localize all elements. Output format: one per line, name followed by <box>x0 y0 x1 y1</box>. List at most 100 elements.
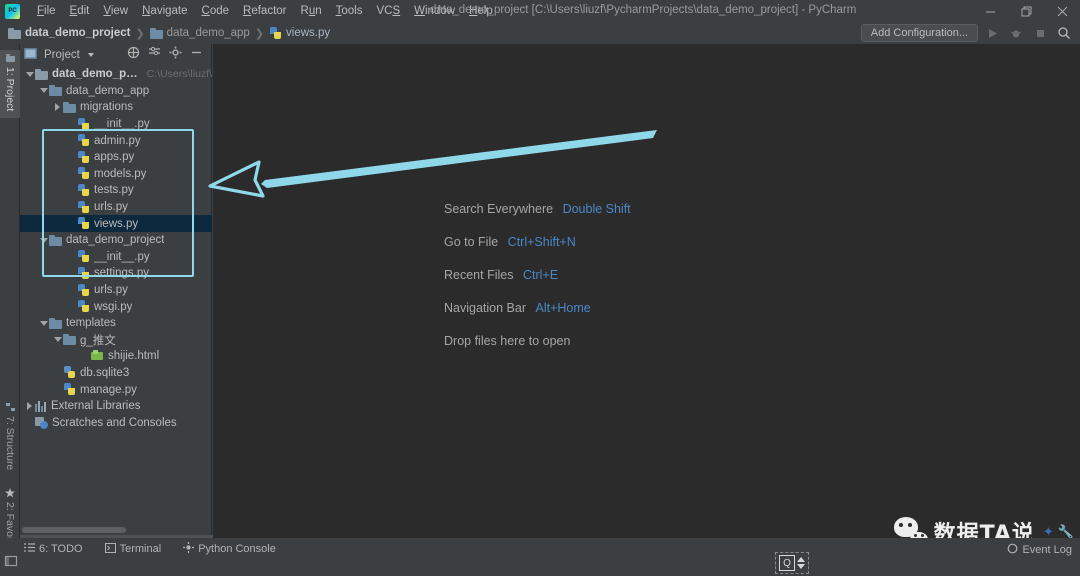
breadcrumb-item-app[interactable]: data_demo_app <box>149 27 250 39</box>
scrollbar-thumb[interactable] <box>22 527 126 533</box>
tree-row-tests-py[interactable]: tests.py <box>20 182 212 199</box>
ime-widget-icon[interactable]: Q <box>779 555 795 571</box>
tree-row-init-py-app[interactable]: __init__.py <box>20 116 212 133</box>
ime-widget-arrows[interactable] <box>797 557 805 569</box>
project-tool-window: Project data_demo_proj C:\Users\liuzf\ d… <box>20 44 212 538</box>
tree-row-urls-py-app[interactable]: urls.py <box>20 199 212 216</box>
shortcut-action-label: Search Everywhere <box>444 202 554 216</box>
menu-item-file[interactable]: FFileile <box>30 3 63 19</box>
menu-item-view[interactable]: View <box>96 3 135 19</box>
twisty-down-icon[interactable] <box>24 71 35 77</box>
tree-row-wsgi-py[interactable]: wsgi.py <box>20 298 212 315</box>
close-button[interactable] <box>1044 0 1080 22</box>
breadcrumb-label: views.py <box>286 27 331 39</box>
tree-row-shijie-html[interactable]: shijie.html <box>20 348 212 365</box>
tree-row-admin-py[interactable]: admin.py <box>20 132 212 149</box>
project-tree-horizontal-scrollbar[interactable] <box>20 526 212 534</box>
tree-row-scratches-and-consoles[interactable]: Scratches and Consoles <box>20 414 212 431</box>
search-icon[interactable] <box>1054 24 1074 42</box>
status-tool-terminal[interactable]: Terminal <box>104 542 161 556</box>
tree-row-label: wsgi.py <box>94 300 133 313</box>
tree-row-data-demo-app[interactable]: data_demo_app <box>20 83 212 100</box>
restore-button[interactable] <box>1008 0 1044 22</box>
sidebar-tab-structure[interactable]: 7: Structure <box>0 399 20 475</box>
project-panel-title: Project <box>44 49 80 61</box>
tree-row-urls-py-pkg[interactable]: urls.py <box>20 282 212 299</box>
tree-row-data-demo-project-pkg[interactable]: data_demo_project <box>20 232 212 249</box>
tree-row-label: shijie.html <box>108 350 160 363</box>
twisty-down-icon[interactable] <box>38 320 49 326</box>
tree-row-db-sqlite3[interactable]: db.sqlite3 <box>20 365 212 382</box>
minimize-button[interactable] <box>972 0 1008 22</box>
editor-empty-area[interactable]: Search Everywhere Double Shift Go to Fil… <box>213 44 1080 538</box>
breadcrumb-separator: ❯ <box>135 27 145 40</box>
status-tool-todo[interactable]: 6: TODO <box>24 543 83 555</box>
python-file-icon <box>269 26 282 40</box>
tree-row-templates[interactable]: templates <box>20 315 212 332</box>
stop-icon[interactable] <box>1030 24 1050 42</box>
menu-item-tools[interactable]: Tools <box>329 3 370 19</box>
status-tool-label: 6: TODO <box>39 543 83 555</box>
menu-item-code[interactable]: Code <box>195 3 237 19</box>
menu-item-run[interactable]: Run <box>294 3 329 19</box>
menu-item-vcs[interactable]: VCS <box>369 3 407 19</box>
tree-row-migrations[interactable]: migrations <box>20 99 212 116</box>
ime-widget[interactable]: Q <box>775 552 809 574</box>
tree-row-label: data_demo_project <box>52 68 141 81</box>
twisty-down-icon[interactable] <box>38 88 49 94</box>
tree-row-data-demo-project-root[interactable]: data_demo_project C:\Users\liuzf\ <box>20 66 212 83</box>
twisty-down-icon[interactable] <box>38 237 49 243</box>
sidebar-tab-project[interactable]: 1: Project <box>0 50 20 118</box>
tree-row-apps-py[interactable]: apps.py <box>20 149 212 166</box>
breadcrumb-label: data_demo_app <box>166 27 250 39</box>
tree-row-g-tuiwen[interactable]: g_推文 <box>20 332 212 349</box>
tree-row-label: settings.py <box>94 267 149 280</box>
collapse-all-icon[interactable] <box>127 46 140 64</box>
hide-icon[interactable] <box>190 46 203 64</box>
folder-icon <box>149 27 163 39</box>
event-log-button[interactable]: Event Log <box>1007 543 1072 557</box>
tree-row-label: g_推文 <box>80 334 116 347</box>
tree-row-manage-py[interactable]: manage.py <box>20 381 212 398</box>
settings-gear-icon[interactable] <box>169 46 182 64</box>
twisty-down-icon[interactable] <box>52 337 63 343</box>
layout-toggle-button[interactable] <box>4 554 18 573</box>
flatten-packages-icon[interactable] <box>148 46 161 64</box>
shortcut-key-label: Double Shift <box>562 202 631 216</box>
tree-row-settings-py[interactable]: settings.py <box>20 265 212 282</box>
shortcut-key-label: Ctrl+E <box>522 268 559 282</box>
menu-item-navigate[interactable]: Navigate <box>135 3 194 19</box>
shortcut-key-label: Ctrl+Shift+N <box>507 235 576 249</box>
status-bar: 6: TODO Terminal Python Console Q Event … <box>0 538 1080 576</box>
run-icon[interactable] <box>982 24 1002 42</box>
tree-row-label: views.py <box>94 217 139 230</box>
tree-row-label: Scratches and Consoles <box>52 416 177 429</box>
tree-row-label: apps.py <box>94 151 135 164</box>
menu-item-refactor[interactable]: Refactor <box>236 3 293 19</box>
db-file-icon <box>63 366 76 379</box>
menu-item-edit[interactable]: Edit <box>63 3 97 19</box>
twisty-right-icon[interactable] <box>24 402 35 411</box>
shortcut-action-label: Go to File <box>444 235 499 249</box>
tree-row-label: __init__.py <box>94 118 150 131</box>
tree-row-external-libraries[interactable]: External Libraries <box>20 398 212 415</box>
shortcut-search-everywhere: Search Everywhere Double Shift <box>444 202 631 216</box>
tree-row-label: urls.py <box>94 201 128 214</box>
debug-icon[interactable] <box>1006 24 1026 42</box>
python-file-icon <box>77 200 90 214</box>
tree-row-views-py[interactable]: views.py <box>20 215 212 232</box>
breadcrumb-item-file[interactable]: views.py <box>269 26 331 40</box>
breadcrumb-item-project[interactable]: data_demo_project <box>8 27 130 39</box>
chevron-down-icon[interactable] <box>87 53 94 57</box>
project-tree[interactable]: data_demo_project C:\Users\liuzf\ data_d… <box>20 66 212 516</box>
twisty-right-icon[interactable] <box>52 103 63 112</box>
folder-icon <box>49 85 62 97</box>
python-file-icon <box>77 217 90 230</box>
python-file-icon <box>77 183 90 197</box>
tree-row-models-py[interactable]: models.py <box>20 166 212 183</box>
tree-row-init-py-pkg[interactable]: __init__.py <box>20 249 212 266</box>
folder-icon <box>35 68 48 80</box>
folder-icon <box>49 317 62 329</box>
add-configuration-button[interactable]: Add Configuration... <box>860 24 978 42</box>
status-tool-python-console[interactable]: Python Console <box>183 542 276 556</box>
